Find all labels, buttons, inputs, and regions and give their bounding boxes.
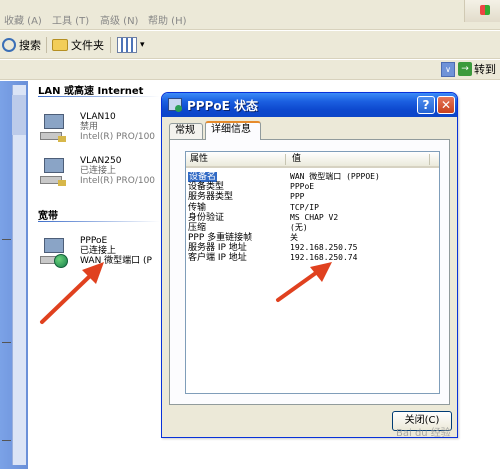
column-divider[interactable] — [285, 154, 286, 165]
divider — [2, 440, 11, 441]
views-button[interactable]: ▾ — [117, 36, 145, 54]
lan-group-header: LAN 或高速 Internet — [38, 86, 144, 97]
connection-name: VLAN250 — [80, 156, 122, 166]
network-connection-icon — [38, 156, 68, 188]
divider — [2, 342, 11, 343]
folders-button[interactable]: 文件夹 — [52, 36, 104, 54]
connection-device: Intel(R) PRO/100 — [80, 132, 156, 142]
divider — [2, 239, 11, 240]
column-header-property[interactable]: 属性 — [190, 153, 208, 166]
row-property: 设备名 — [188, 172, 218, 182]
row-value: 192.168.250.75 — [290, 243, 358, 252]
row-value: (无) — [290, 223, 308, 232]
windows-logo-icon — [464, 0, 500, 22]
broadband-connection-icon — [38, 236, 68, 268]
connection-status: 禁用 — [80, 122, 99, 132]
help-button[interactable]: ? — [417, 96, 435, 114]
list-header: 属性 值 — [186, 152, 439, 168]
row-property: 传输 — [188, 203, 207, 213]
folder-icon — [52, 39, 68, 51]
row-value: WAN 微型端口 (PPPOE) — [290, 172, 380, 181]
screenshot-root: 收藏 (A) 工具 (T) 高级 (N) 帮助 (H) 搜索 文件夹 ▾ ∨ →… — [0, 0, 500, 469]
dialog-title-bar[interactable]: PPPoE 状态 ? ✕ — [162, 93, 457, 117]
row-property: 服务器 IP 地址 — [188, 243, 247, 253]
menu-help[interactable]: 帮助 (H) — [148, 12, 187, 27]
connection-item-pppoe[interactable]: PPPoE 已连接上 WAN 微型端口 (P — [38, 236, 178, 276]
tab-details[interactable]: 详细信息 — [205, 121, 261, 140]
task-pane — [0, 81, 28, 469]
go-button[interactable]: → 转到 — [458, 61, 496, 77]
connection-name: VLAN10 — [80, 112, 116, 122]
list-item[interactable]: 设备类型 PPPoE — [186, 182, 439, 192]
list-item[interactable]: 设备名 WAN 微型端口 (PPPOE) — [186, 172, 439, 182]
list-item[interactable]: 身份验证 MS CHAP V2 — [186, 213, 439, 223]
row-value: PPP — [290, 192, 305, 201]
broadband-group-header: 宽带 — [38, 211, 58, 222]
connection-device: WAN 微型端口 (P — [80, 256, 152, 266]
go-label: 转到 — [474, 63, 496, 76]
toolbar-separator — [46, 37, 47, 53]
row-value: TCP/IP — [290, 203, 319, 212]
search-icon — [2, 38, 16, 52]
connection-status: 已连接上 — [80, 166, 117, 176]
connection-device: Intel(R) PRO/100 — [80, 176, 156, 186]
close-icon[interactable]: ✕ — [437, 96, 455, 114]
address-bar: ∨ → 转到 — [0, 60, 500, 80]
column-header-value[interactable]: 值 — [292, 153, 301, 166]
column-divider[interactable] — [429, 154, 430, 165]
row-property: 客户端 IP 地址 — [188, 253, 247, 263]
details-tab-panel: 属性 值 设备名 WAN 微型端口 (PPPOE) 设备类型 PPPoE 服务器… — [169, 139, 450, 405]
watermark: Bai du 经验 — [396, 428, 451, 439]
views-icon — [117, 37, 137, 53]
menu-tools[interactable]: 工具 (T) — [52, 12, 89, 27]
row-value: 192.168.250.74 — [290, 253, 358, 262]
row-property: 身份验证 — [188, 213, 225, 223]
scrollbar-thumb[interactable] — [12, 95, 26, 135]
list-item[interactable]: PPP 多重链接帧 关 — [186, 233, 439, 243]
menu-bar: 收藏 (A) 工具 (T) 高级 (N) 帮助 (H) — [0, 0, 500, 30]
row-property: PPP 多重链接帧 — [188, 233, 253, 243]
list-item[interactable]: 传输 TCP/IP — [186, 203, 439, 213]
list-item[interactable]: 服务器 IP 地址 192.168.250.75 — [186, 243, 439, 253]
tab-general[interactable]: 常规 — [169, 123, 203, 139]
row-property: 服务器类型 — [188, 192, 234, 202]
group-divider — [38, 221, 160, 222]
list-item[interactable]: 服务器类型 PPP — [186, 192, 439, 202]
toolbar: 搜索 文件夹 ▾ — [0, 31, 500, 59]
menu-favorites[interactable]: 收藏 (A) — [4, 12, 42, 27]
row-value: PPPoE — [290, 182, 315, 191]
network-connection-icon — [38, 112, 68, 144]
list-item[interactable]: 压缩 (无) — [186, 223, 439, 233]
menu-advanced[interactable]: 高级 (N) — [100, 12, 138, 27]
go-arrow-icon: → — [458, 62, 472, 76]
task-pane-scrollbar[interactable] — [12, 85, 26, 465]
list-item[interactable]: 客户端 IP 地址 192.168.250.74 — [186, 253, 439, 263]
folders-label: 文件夹 — [71, 39, 104, 52]
row-value: 关 — [290, 233, 298, 242]
details-list[interactable]: 属性 值 设备名 WAN 微型端口 (PPPOE) 设备类型 PPPoE 服务器… — [185, 151, 440, 394]
row-property: 压缩 — [188, 223, 207, 233]
connection-item-vlan250[interactable]: VLAN250 已连接上 Intel(R) PRO/100 — [38, 156, 178, 196]
row-property: 设备类型 — [188, 182, 225, 192]
row-value: MS CHAP V2 — [290, 213, 339, 222]
search-button[interactable]: 搜索 — [2, 36, 41, 54]
group-divider — [38, 96, 160, 97]
pppoe-status-dialog: PPPoE 状态 ? ✕ 常规 详细信息 属性 值 设备名 WAN 微型端口 (… — [161, 92, 458, 438]
views-dropdown-arrow: ▾ — [140, 40, 145, 50]
toolbar-separator — [110, 37, 111, 53]
connection-status: 已连接上 — [80, 246, 117, 256]
search-label: 搜索 — [19, 39, 41, 52]
connection-item-vlan10[interactable]: VLAN10 禁用 Intel(R) PRO/100 — [38, 112, 178, 152]
network-connection-icon — [168, 98, 182, 112]
dialog-title: PPPoE 状态 — [187, 99, 259, 113]
connection-name: PPPoE — [80, 236, 108, 246]
address-dropdown-button[interactable]: ∨ — [441, 62, 455, 77]
